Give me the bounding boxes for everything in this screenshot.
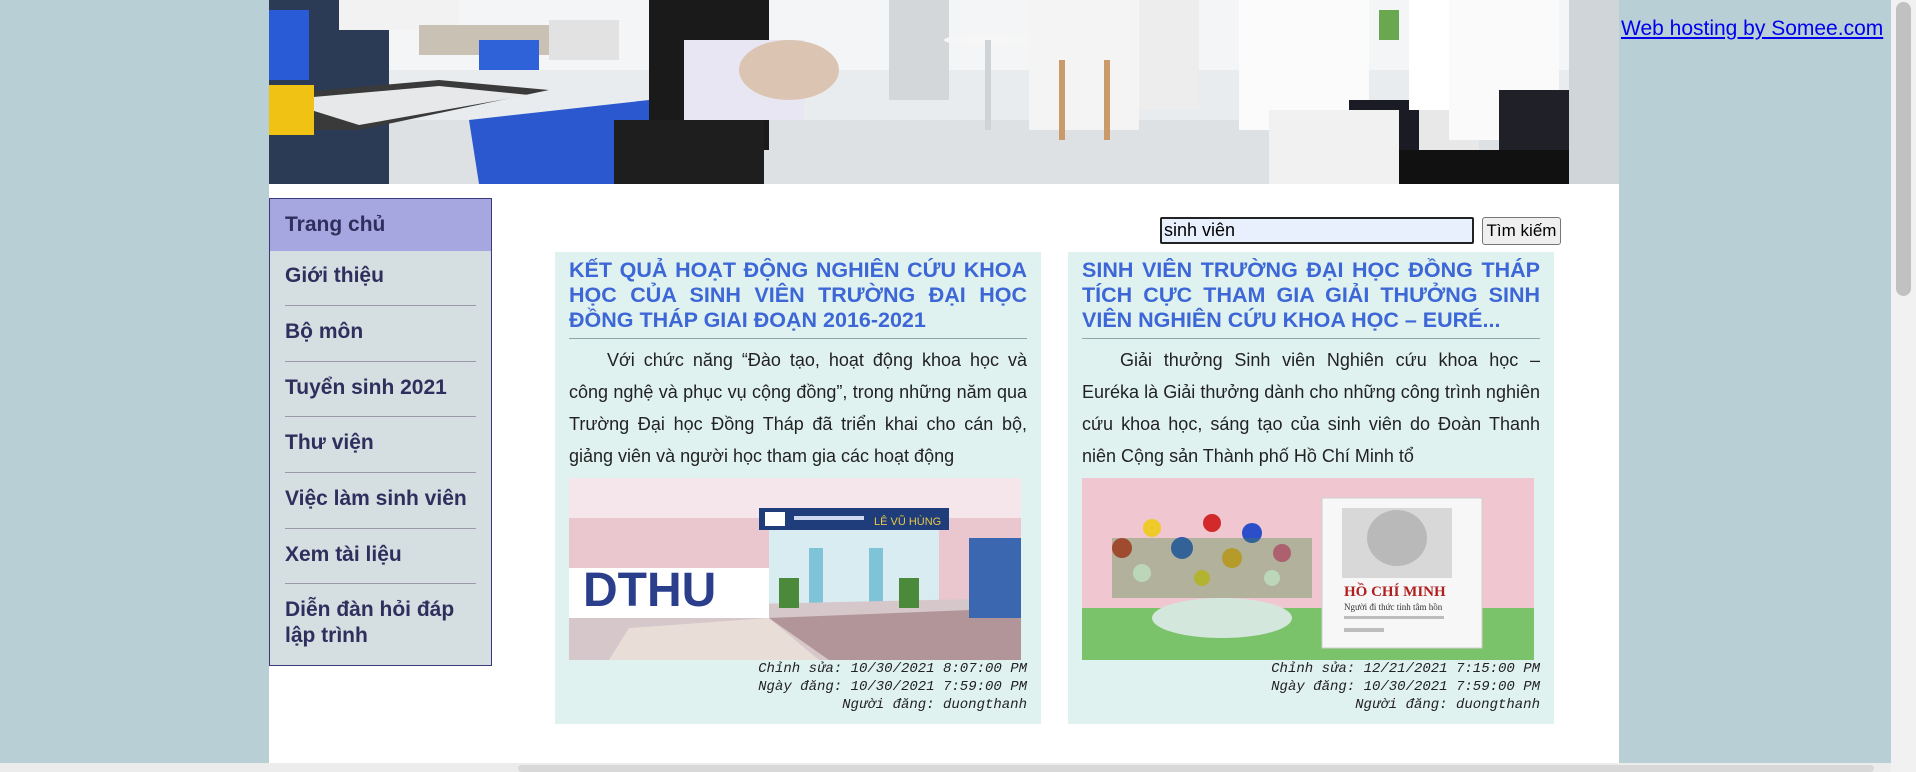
nav-item-gioi-thieu[interactable]: Giới thiệu (270, 251, 491, 303)
svg-text:HỒ CHÍ MINH: HỒ CHÍ MINH (1344, 582, 1446, 600)
post-thumbnail[interactable]: HỒ CHÍ MINH Người đi thức tỉnh tâm hồn (1082, 478, 1534, 660)
nav-item-dien-dan[interactable]: Diễn đàn hỏi đáp lập trình (270, 597, 470, 649)
post-edited-date: Chỉnh sửa: 10/30/2021 8:07:00 PM (758, 661, 1027, 677)
nav-item-tuyen-sinh[interactable]: Tuyển sinh 2021 (270, 363, 491, 415)
post-title-link[interactable]: KẾT QUẢ HOẠT ĐỘNG NGHIÊN CỨU KHOA HỌC CỦ… (569, 258, 1027, 338)
scrollbar-thumb[interactable] (1896, 2, 1911, 296)
nav-item-viec-lam[interactable]: Việc làm sinh viên (270, 474, 491, 526)
scrollbar-thumb[interactable] (518, 765, 1874, 772)
hosting-link[interactable]: Web hosting by Somee.com (1621, 17, 1883, 41)
nav-divider (285, 361, 476, 362)
nav-item-xem-tai-lieu[interactable]: Xem tài liệu (270, 530, 491, 582)
svg-text:LÊ VŨ HÙNG: LÊ VŨ HÙNG (874, 515, 941, 528)
nav-item-bo-mon[interactable]: Bộ môn (270, 307, 491, 359)
nav-divider (285, 305, 476, 306)
post-edited-date: Chỉnh sửa: 12/21/2021 7:15:00 PM (1271, 661, 1540, 677)
svg-text:DTHU: DTHU (583, 564, 716, 617)
post-card: KẾT QUẢ HOẠT ĐỘNG NGHIÊN CỨU KHOA HỌC CỦ… (555, 252, 1041, 724)
sidebar-nav: Trang chủ Giới thiệu Bộ môn Tuyển sinh 2… (269, 198, 492, 666)
nav-item-trang-chu[interactable]: Trang chủ (270, 199, 491, 251)
post-meta: Chỉnh sửa: 10/30/2021 8:07:00 PM Ngày đă… (587, 660, 1027, 714)
title-divider (1082, 338, 1540, 339)
post-author: Người đăng: duongthanh (1355, 697, 1540, 713)
search-input[interactable] (1160, 217, 1474, 244)
horizontal-scrollbar[interactable] (0, 763, 1891, 772)
post-excerpt: Giải thưởng Sinh viên Nghiên cứu khoa họ… (1082, 350, 1540, 466)
post-title-link[interactable]: SINH VIÊN TRƯỜNG ĐẠI HỌC ĐỒNG THÁP TÍCH … (1082, 258, 1540, 338)
post-published-date: Ngày đăng: 10/30/2021 7:59:00 PM (758, 679, 1027, 695)
post-meta: Chỉnh sửa: 12/21/2021 7:15:00 PM Ngày đă… (1100, 660, 1540, 714)
nav-divider (285, 416, 476, 417)
search-button[interactable]: Tìm kiếm (1482, 217, 1561, 245)
post-excerpt: Với chức năng “Đào tạo, hoạt động khoa h… (569, 350, 1027, 466)
svg-text:Người đi thức tỉnh tâm hồn: Người đi thức tỉnh tâm hồn (1344, 602, 1443, 612)
nav-divider (285, 472, 476, 473)
nav-divider (285, 528, 476, 529)
nav-item-thu-vien[interactable]: Thư viện (270, 418, 491, 470)
title-divider (569, 338, 1027, 339)
vertical-scrollbar[interactable] (1891, 0, 1916, 772)
nav-divider (285, 583, 476, 584)
page-container: Trang chủ Giới thiệu Bộ môn Tuyển sinh 2… (269, 0, 1619, 772)
post-author: Người đăng: duongthanh (842, 697, 1027, 713)
post-thumbnail[interactable]: LÊ VŨ HÙNG DTHU (569, 478, 1021, 660)
post-card: SINH VIÊN TRƯỜNG ĐẠI HỌC ĐỒNG THÁP TÍCH … (1068, 252, 1554, 724)
header-banner-image (269, 0, 1619, 184)
post-published-date: Ngày đăng: 10/30/2021 7:59:00 PM (1271, 679, 1540, 695)
